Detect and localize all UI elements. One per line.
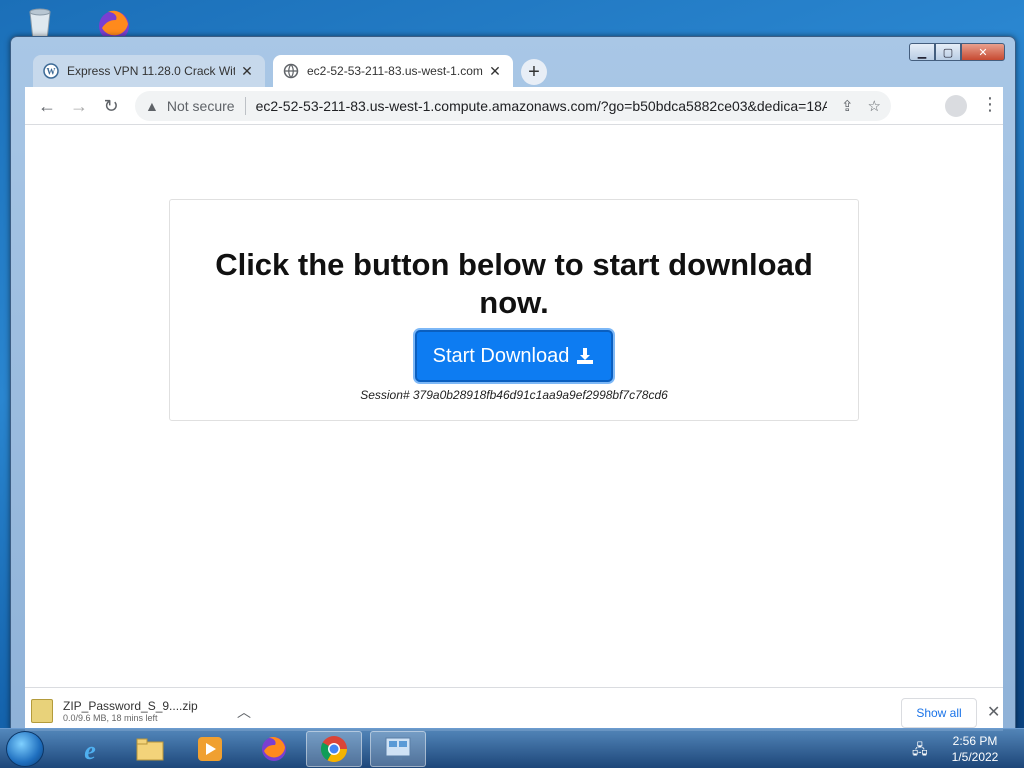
internet-explorer-icon[interactable]: e [62, 731, 118, 767]
back-arrow-icon[interactable]: ← [35, 94, 59, 118]
profile-avatar-icon[interactable] [945, 95, 967, 117]
taskbar: e 🖧 2:56 PM 1/5/2022 [0, 728, 1024, 768]
bookmark-star-icon[interactable]: ☆ [868, 97, 881, 115]
start-download-button[interactable]: Start Download [414, 330, 614, 382]
download-progress: 0.0/9.6 MB, 18 mins left [63, 713, 158, 723]
chevron-up-icon[interactable]: ︿ [237, 702, 251, 722]
tab-close-icon[interactable]: ✕ [487, 63, 503, 80]
svg-text:W: W [47, 67, 56, 77]
wordpress-icon: W [43, 63, 59, 79]
tab-title: ec2-52-53-211-83.us-west-1.com [307, 64, 483, 78]
tab-ec2[interactable]: ec2-52-53-211-83.us-west-1.com ✕ [273, 55, 513, 87]
download-file-name: ZIP_Password_S_9....zip [63, 699, 198, 713]
chrome-taskbar-icon[interactable] [306, 731, 362, 767]
download-icon [577, 348, 594, 364]
show-all-button[interactable]: Show all [901, 698, 977, 728]
globe-icon [283, 63, 299, 79]
download-item[interactable]: ZIP_Password_S_9....zip 0.0/9.6 MB, 18 m… [31, 692, 261, 730]
new-tab-button[interactable]: + [521, 59, 547, 85]
start-download-label: Start Download [432, 344, 570, 367]
tab-strip: W Express VPN 11.28.0 Crack With ✕ ec2-5… [25, 51, 1005, 87]
warning-icon[interactable]: ▲ [145, 98, 159, 114]
page-heading: Click the button below to start download… [215, 247, 813, 320]
clock-date: 1/5/2022 [951, 750, 999, 764]
divider [244, 97, 246, 115]
download-shelf: ZIP_Password_S_9....zip 0.0/9.6 MB, 18 m… [25, 687, 1003, 731]
not-secure-label[interactable]: Not secure [167, 98, 235, 114]
download-card: Click the button below to start download… [169, 199, 859, 421]
media-player-icon[interactable] [182, 731, 238, 767]
close-icon[interactable]: ✕ [987, 702, 1000, 722]
remote-desktop-icon[interactable] [370, 731, 426, 767]
svg-text:e: e [84, 736, 96, 764]
tab-title: Express VPN 11.28.0 Crack With [67, 64, 235, 78]
start-button[interactable] [6, 731, 44, 767]
forward-arrow-icon[interactable]: → [67, 94, 91, 118]
page-content: Click the button below to start download… [25, 125, 1003, 725]
tab-close-icon[interactable]: ✕ [239, 63, 255, 80]
more-menu-icon[interactable]: ⋮ [981, 94, 999, 115]
reload-icon[interactable]: ↻ [99, 94, 123, 118]
address-bar[interactable]: ▲ Not secure ec2-52-53-211-83.us-west-1.… [135, 91, 891, 121]
tab-express-vpn[interactable]: W Express VPN 11.28.0 Crack With ✕ [33, 55, 265, 87]
browser-toolbar: ← → ↻ ▲ Not secure ec2-52-53-211-83.us-w… [25, 87, 1003, 125]
system-clock[interactable]: 2:56 PM 1/5/2022 [940, 733, 1010, 765]
share-icon[interactable]: ⇪ [841, 97, 854, 115]
firefox-taskbar-icon[interactable] [246, 731, 302, 767]
url-text[interactable]: ec2-52-53-211-83.us-west-1.compute.amazo… [256, 98, 827, 114]
network-icon[interactable]: 🖧 [912, 739, 928, 763]
zip-file-icon [31, 699, 53, 723]
file-explorer-icon[interactable] [122, 731, 178, 767]
clock-time: 2:56 PM [952, 734, 998, 748]
session-id: Session# 379a0b28918fb46d91c1aa9a9ef2998… [360, 388, 668, 402]
browser-window: ▁ ▢ ✕ W Express VPN 11.28.0 Crack With ✕… [10, 36, 1016, 731]
